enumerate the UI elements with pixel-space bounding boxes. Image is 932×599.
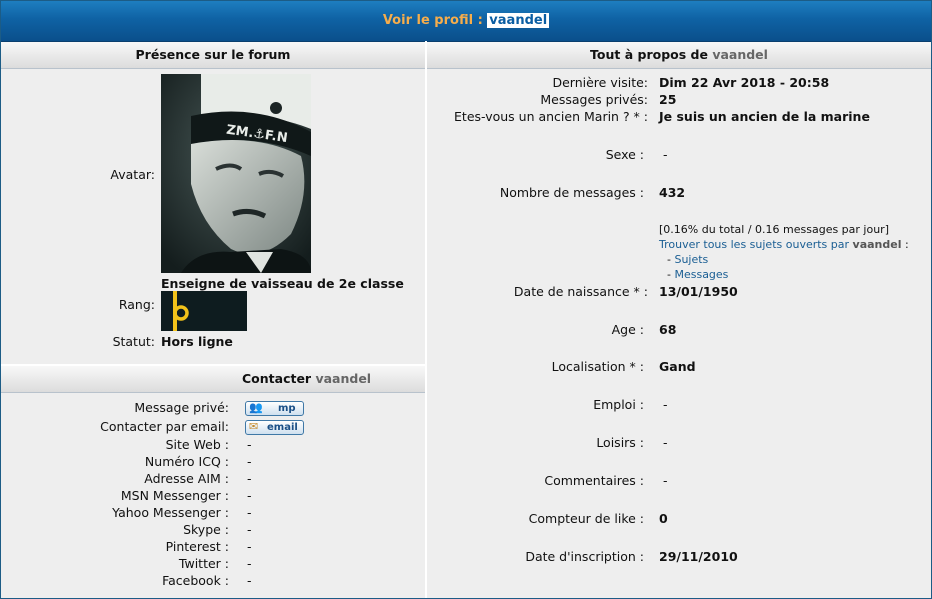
age-label: Age : [611,322,644,337]
hobbies-value: - [663,435,668,450]
birthdate-label: Date de naissance * : [513,284,648,299]
find-topics-link[interactable]: Trouver tous les sujets ouverts par [659,238,849,251]
location-value: Gand [659,359,696,374]
sex-value: - [663,147,668,162]
occupation-label: Emploi : [593,397,644,412]
contact-row-label: Adresse AIM : [144,471,229,486]
contact-row-label: MSN Messenger : [120,488,229,503]
left-column-header-label: Présence sur le forum [135,47,291,62]
contact-header: Contacter vaandel [1,366,425,393]
right-column-header-prefix: Tout à propos de [590,47,708,62]
post-stats: [0.16% du total / 0.16 messages par jour… [659,223,890,236]
profile-title-bar: Voir le profil : vaandel [1,1,931,42]
contact-row-label: Pinterest : [165,539,229,554]
contact-row-label: Skype : [183,522,229,537]
location-label: Localisation * : [551,359,644,374]
avatar-label: Avatar: [110,167,155,182]
comments-label: Commentaires : [544,473,644,488]
contact-row-value: - [247,488,252,503]
topics-link[interactable]: Sujets [674,253,708,266]
contact-row-label: Twitter : [178,556,229,571]
comments-value: - [663,473,668,488]
users-icon: 👥 [249,401,263,414]
find-topics-line: Trouver tous les sujets ouverts par vaan… [659,238,909,251]
contact-row-value: - [247,539,252,554]
post-count-value: 432 [659,185,686,200]
column-divider [425,41,427,598]
status-label: Statut: [112,334,155,349]
profile-title-prefix: Voir le profil : [382,13,483,28]
private-messages-value: 25 [659,92,677,107]
join-date-value: 29/11/2010 [659,549,738,564]
contact-row-value: - [247,437,252,452]
birthdate-value: 13/01/1950 [659,284,738,299]
rank-image [161,291,247,331]
contact-row-value: - [247,522,252,537]
contact-row-value: - [247,573,252,588]
topics-link-item: - Sujets [667,253,709,266]
hobbies-label: Loisirs : [596,435,644,450]
contact-row-label: Facebook : [162,573,229,588]
pm-button-label: mp [278,403,296,414]
envelope-icon: ✉ [249,420,259,433]
email-button[interactable]: ✉ email [245,420,304,435]
messages-link[interactable]: Messages [674,268,728,281]
contact-row-value: - [247,454,252,469]
profile-username-link[interactable]: vaandel [487,13,550,28]
last-visit-value: Dim 22 Avr 2018 - 20:58 [659,75,830,90]
messages-link-item: - Messages [667,268,729,281]
age-value: 68 [659,322,677,337]
contact-header-username: vaandel [315,371,372,386]
former-sailor-label: Etes-vous un ancien Marin ? * : [454,109,648,124]
profile-frame: Voir le profil : vaandel Présence sur le… [0,0,932,599]
sex-label: Sexe : [605,147,644,162]
right-column-header: Tout à propos de vaandel [427,42,931,69]
find-topics-username: vaandel [852,238,902,251]
former-sailor-value: Je suis un ancien de la marine [659,109,870,124]
find-topics-colon: : [904,238,909,251]
contact-row-value: - [247,505,252,520]
rank-insignia-icon [173,291,189,331]
contact-row-label: Message privé: [134,400,229,415]
contact-row-value: - [247,556,252,571]
rank-title: Enseigne de vaisseau de 2e classe [161,276,404,291]
like-counter-value: 0 [659,511,668,526]
contact-row-value: - [247,471,252,486]
email-button-label: email [267,422,298,433]
status-value: Hors ligne [161,334,233,349]
right-column-header-username: vaandel [712,47,768,62]
rank-label: Rang: [118,297,155,312]
like-counter-label: Compteur de like : [528,511,644,526]
contact-row-label: Numéro ICQ : [144,454,229,469]
occupation-value: - [663,397,668,412]
contact-row-label: Yahoo Messenger : [112,505,229,520]
contact-row-label: Site Web : [165,437,229,452]
avatar: ZM.⚓F.N [161,74,311,273]
post-count-label: Nombre de messages : [499,185,644,200]
contact-header-prefix: Contacter [242,371,312,386]
left-column-header: Présence sur le forum [1,42,425,69]
pm-button[interactable]: 👥 mp [245,401,304,416]
contact-row-label: Contacter par email: [100,419,229,434]
avatar-photo: ZM.⚓F.N [161,74,311,273]
private-messages-label: Messages privés: [540,92,648,107]
join-date-label: Date d'inscription : [525,549,644,564]
last-visit-label: Dernière visite: [552,75,648,90]
